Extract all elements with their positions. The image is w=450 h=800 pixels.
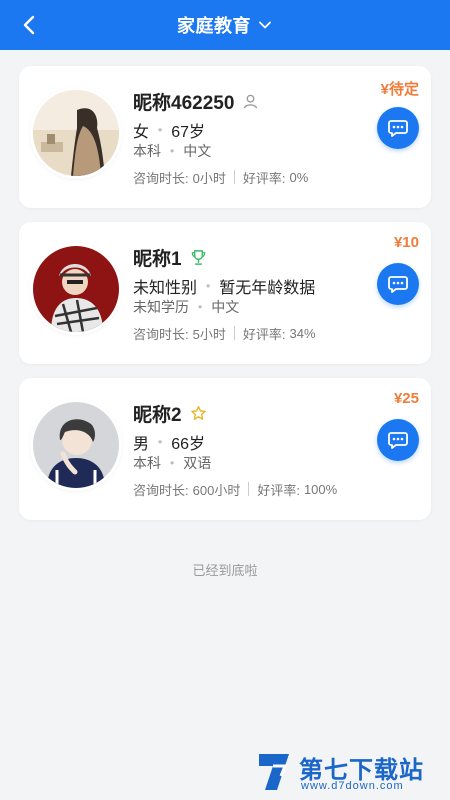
rating-label: 好评率: bbox=[242, 326, 286, 342]
education: 本科 bbox=[133, 455, 161, 471]
rating-value: 34% bbox=[289, 325, 316, 341]
category-selector[interactable]: 家庭教育 bbox=[0, 0, 450, 50]
watermark: 第七下载站 www.d7down.com bbox=[255, 748, 445, 796]
separator-dot: • bbox=[170, 456, 175, 470]
chat-button[interactable] bbox=[377, 107, 419, 149]
chat-icon bbox=[388, 276, 408, 293]
age: 暂无年龄数据 bbox=[219, 280, 316, 297]
separator-dot: • bbox=[206, 279, 211, 293]
price: ¥10 bbox=[393, 234, 419, 251]
duration-label: 咨询时长: bbox=[133, 482, 189, 498]
counselor-name: 昵称2 bbox=[133, 404, 182, 426]
counselor-card[interactable]: 昵称1 未知性别 • 暂无年龄数据 未知学历 • 中文 咨询时长: 5小时 好评… bbox=[19, 222, 431, 364]
counselor-card[interactable]: 昵称462250 女 • 67岁 本科 • 中文 咨询时长: 0小时 好评率: … bbox=[19, 66, 431, 208]
separator-dot: • bbox=[170, 144, 175, 158]
trophy-icon bbox=[191, 249, 205, 265]
separator-dot: • bbox=[158, 435, 163, 449]
counselor-card[interactable]: 昵称2 男 • 66岁 本科 • 双语 咨询时长: 600小时 好评率: 100… bbox=[19, 378, 431, 520]
chevron-down-icon bbox=[259, 21, 271, 29]
watermark-url: www.d7down.com bbox=[301, 780, 404, 792]
price: ¥待定 bbox=[380, 81, 419, 98]
counselor-name: 昵称1 bbox=[133, 248, 182, 270]
separator-dot: • bbox=[198, 300, 203, 314]
duration-value: 5小时 bbox=[192, 326, 226, 342]
gender: 未知性别 bbox=[133, 280, 198, 297]
person-outline-icon bbox=[244, 94, 258, 108]
star-icon bbox=[190, 405, 206, 420]
rating-value: 100% bbox=[303, 481, 338, 497]
age: 66岁 bbox=[171, 436, 206, 453]
gender: 男 bbox=[133, 436, 150, 453]
rating-value: 0% bbox=[289, 169, 309, 185]
watermark-logo-icon bbox=[259, 754, 289, 790]
page-title: 家庭教育 bbox=[177, 16, 251, 36]
divider bbox=[233, 170, 235, 184]
rating-label: 好评率: bbox=[257, 482, 300, 498]
separator-dot: • bbox=[158, 123, 163, 137]
language: 双语 bbox=[183, 455, 212, 471]
education: 未知学历 bbox=[133, 299, 189, 315]
education: 本科 bbox=[133, 143, 161, 159]
duration-label: 咨询时长: bbox=[133, 326, 189, 342]
chat-icon bbox=[388, 120, 408, 137]
divider bbox=[248, 482, 250, 496]
language: 中文 bbox=[211, 299, 240, 315]
avatar bbox=[33, 246, 119, 332]
duration-value: 600小时 bbox=[192, 482, 241, 498]
end-of-list-text: 已经到底啦 bbox=[192, 563, 258, 578]
chat-button[interactable] bbox=[377, 419, 419, 461]
avatar bbox=[33, 90, 119, 176]
top-bar: 家庭教育 bbox=[0, 0, 450, 50]
chat-icon bbox=[388, 432, 408, 449]
age: 67岁 bbox=[171, 124, 206, 141]
language: 中文 bbox=[183, 143, 212, 159]
duration-value: 0小时 bbox=[192, 170, 226, 186]
divider bbox=[233, 326, 235, 340]
duration-label: 咨询时长: bbox=[133, 170, 189, 186]
counselor-name: 昵称462250 bbox=[133, 92, 235, 114]
price: ¥25 bbox=[393, 390, 419, 407]
avatar bbox=[33, 402, 119, 488]
chat-button[interactable] bbox=[377, 263, 419, 305]
gender: 女 bbox=[133, 124, 150, 141]
rating-label: 好评率: bbox=[242, 170, 286, 186]
